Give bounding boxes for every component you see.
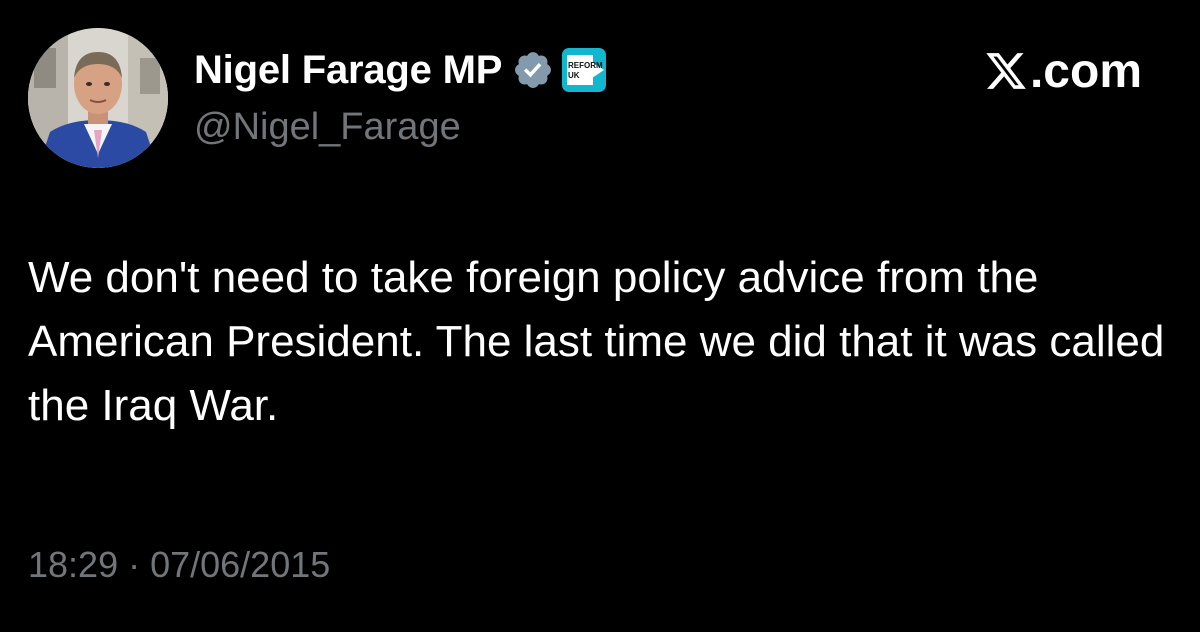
brand-suffix: .com xyxy=(1029,44,1142,98)
reform-uk-logo-icon: REFORM UK xyxy=(562,48,607,92)
author-name-row: Nigel Farage MP REFORM UK xyxy=(194,44,608,96)
verified-badge-icon[interactable] xyxy=(512,49,554,91)
avatar[interactable] xyxy=(28,28,168,168)
tweet-timestamp[interactable]: 18:29 · 07/06/2015 xyxy=(28,544,330,586)
affiliation-label-top: REFORM xyxy=(568,61,603,70)
tweet-text: We don't need to take foreign policy adv… xyxy=(28,253,1165,430)
profile-photo xyxy=(28,28,168,168)
affiliation-label-bottom: UK xyxy=(568,71,580,80)
verified-check-icon xyxy=(515,52,552,88)
x-logo-icon xyxy=(986,53,1026,89)
author-handle[interactable]: @Nigel_Farage xyxy=(194,106,461,149)
reform-uk-affiliation-badge[interactable]: REFORM UK xyxy=(560,46,608,94)
x-com-brand: .com xyxy=(984,40,1142,102)
display-name[interactable]: Nigel Farage MP xyxy=(194,48,502,93)
